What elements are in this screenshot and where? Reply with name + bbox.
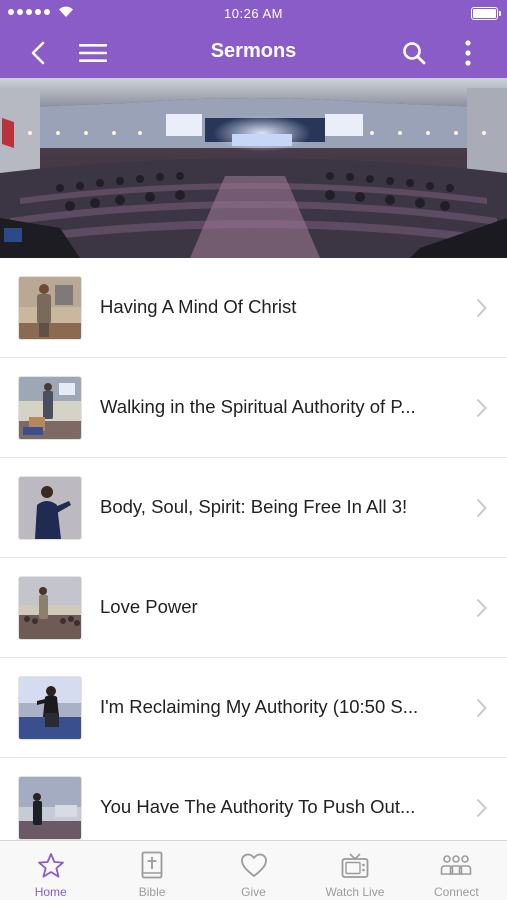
sermon-thumbnail <box>19 377 81 439</box>
nav-bar: Sermons <box>0 28 507 78</box>
tab-home[interactable]: Home <box>0 841 101 900</box>
sermon-title: You Have The Authority To Push Out... <box>100 796 416 817</box>
tab-label: Watch Live <box>325 885 385 899</box>
status-bar: 10:26 AM <box>0 0 507 28</box>
sermon-thumbnail <box>19 277 81 339</box>
sermon-title: I'm Reclaiming My Authority (10:50 S... <box>100 696 419 717</box>
search-icon <box>403 42 426 65</box>
sermon-list-item[interactable]: Love Power <box>0 558 507 658</box>
battery-icon <box>471 7 501 20</box>
tab-label: Bible <box>138 885 166 899</box>
tab-connect[interactable]: Connect <box>406 841 507 900</box>
tv-icon <box>341 851 369 879</box>
heart-icon <box>240 851 268 879</box>
tab-give[interactable]: Give <box>203 841 304 900</box>
sanctuary-banner-image <box>0 78 507 258</box>
sermon-title: Walking in the Spiritual Authority of P.… <box>100 396 416 417</box>
tab-label: Connect <box>433 885 479 899</box>
tab-label: Give <box>241 885 266 899</box>
more-options-button[interactable] <box>451 36 485 70</box>
sermon-list-item[interactable]: You Have The Authority To Push Out... <box>0 758 507 840</box>
sermon-thumbnail <box>19 777 81 839</box>
tab-bar: Home Bible Give Watch Live Connect <box>0 840 507 900</box>
bible-icon <box>141 851 163 879</box>
sermon-title: Love Power <box>100 596 198 617</box>
sermon-title: Having A Mind Of Christ <box>100 296 297 317</box>
chevron-right-icon <box>476 398 487 418</box>
chevron-right-icon <box>476 298 487 318</box>
sermon-list: Having A Mind Of Christ Walking in the S… <box>0 258 507 840</box>
search-button[interactable] <box>397 36 431 70</box>
people-icon <box>440 851 472 879</box>
chevron-right-icon <box>476 698 487 718</box>
chevron-right-icon <box>476 598 487 618</box>
sermon-thumbnail <box>19 677 81 739</box>
chevron-right-icon <box>476 498 487 518</box>
sermon-thumbnail <box>19 477 81 539</box>
tab-watch-live[interactable]: Watch Live <box>304 841 405 900</box>
tab-bible[interactable]: Bible <box>101 841 202 900</box>
sermon-thumbnail <box>19 577 81 639</box>
sermon-list-item[interactable]: Walking in the Spiritual Authority of P.… <box>0 358 507 458</box>
sermon-title: Body, Soul, Spirit: Being Free In All 3! <box>100 496 408 517</box>
sermon-list-item[interactable]: Body, Soul, Spirit: Being Free In All 3! <box>0 458 507 558</box>
sermon-list-item[interactable]: Having A Mind Of Christ <box>0 258 507 358</box>
status-time: 10:26 AM <box>224 6 283 21</box>
chevron-right-icon <box>476 798 487 818</box>
tab-label: Home <box>34 885 67 899</box>
star-icon <box>37 851 65 879</box>
sermon-list-item[interactable]: I'm Reclaiming My Authority (10:50 S... <box>0 658 507 758</box>
more-vertical-icon <box>465 40 471 66</box>
